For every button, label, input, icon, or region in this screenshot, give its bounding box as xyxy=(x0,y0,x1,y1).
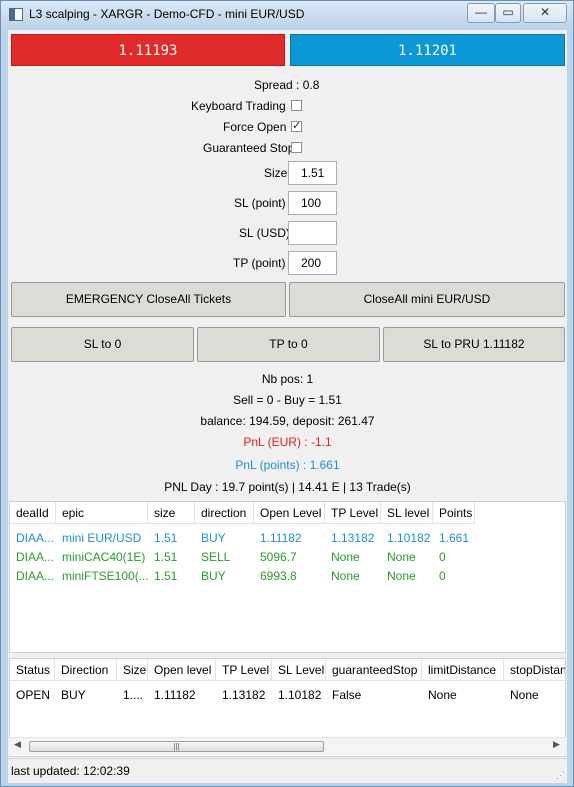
orders-header-open-level[interactable]: Open level xyxy=(148,659,216,681)
cell-direction: BUY xyxy=(61,688,86,702)
pnl-points-text: PnL (points) : 1.661 xyxy=(235,458,340,472)
tp-point-input[interactable]: 200 xyxy=(288,251,337,275)
scroll-left-arrow-icon[interactable]: ◀ xyxy=(14,739,21,750)
orders-header-direction[interactable]: Direction xyxy=(55,659,117,681)
size-label: Size xyxy=(264,166,288,180)
cell-guaranteed-stop: False xyxy=(332,688,362,702)
cell-epic: miniFTSE100(... xyxy=(62,569,148,583)
sl-to-zero-button[interactable]: SL to 0 xyxy=(11,327,194,362)
cell-size: 1.51 xyxy=(154,531,178,545)
cell-points: 1.661 xyxy=(439,531,470,545)
keyboard-trading-label: Keyboard Trading xyxy=(191,99,286,113)
spread-label: Spread : 0.8 xyxy=(254,78,320,92)
cell-tp-level: None xyxy=(331,569,360,583)
cell-direction: BUY xyxy=(201,531,226,545)
app-icon xyxy=(9,8,23,21)
cell-open-level: 5096.7 xyxy=(260,550,297,564)
emergency-close-all-button[interactable]: EMERGENCY CloseAll Tickets xyxy=(11,282,286,317)
app-window: L3 scalping - XARGR - Demo-CFD - mini EU… xyxy=(0,0,574,787)
status-bar: last updated: 12:02:39 ⋰ xyxy=(8,758,567,783)
cell-limit-distance: None xyxy=(428,688,457,702)
orders-header-size[interactable]: Size xyxy=(117,659,148,681)
last-updated-text: last updated: 12:02:39 xyxy=(11,764,130,778)
sl-to-pru-button[interactable]: SL to PRU 1.11182 xyxy=(383,327,565,362)
tp-point-label: TP (point) xyxy=(233,256,286,270)
window-title: L3 scalping - XARGR - Demo-CFD - mini EU… xyxy=(29,7,305,21)
force-open-label: Force Open xyxy=(223,120,287,134)
orders-header-limit-distance[interactable]: limitDistance xyxy=(422,659,504,681)
guaranteed-stop-checkbox[interactable] xyxy=(291,142,302,153)
cell-size: 1.51 xyxy=(154,569,178,583)
sell-price-button[interactable]: 1.11193 xyxy=(11,34,285,66)
sl-usd-input[interactable] xyxy=(288,221,337,245)
sl-point-input[interactable]: 100 xyxy=(288,191,337,215)
positions-header-sl-level[interactable]: SL level xyxy=(381,502,433,524)
positions-header-direction[interactable]: direction xyxy=(195,502,254,524)
positions-header-dealid[interactable]: dealId xyxy=(10,502,56,524)
cell-tp-level: 1.13182 xyxy=(222,688,266,702)
force-open-checkbox[interactable] xyxy=(291,119,302,132)
positions-header-open-level[interactable]: Open Level xyxy=(254,502,325,524)
cell-points: 0 xyxy=(439,550,446,564)
pnl-day-text: PNL Day : 19.7 point(s) | 14.41 E | 13 T… xyxy=(164,480,411,494)
balance-text: balance: 194.59, deposit: 261.47 xyxy=(200,414,375,428)
nb-pos-text: Nb pos: 1 xyxy=(261,372,314,386)
cell-tp-level: None xyxy=(331,550,360,564)
cell-open-level: 6993.8 xyxy=(260,569,297,583)
cell-sl-level: None xyxy=(387,550,416,564)
cell-dealid: DIAA... xyxy=(16,569,55,583)
cell-size: 1.51 xyxy=(154,550,178,564)
cell-epic: mini EUR/USD xyxy=(62,531,142,545)
cell-open-level: 1.11182 xyxy=(260,531,302,545)
scroll-right-arrow-icon[interactable]: ▶ xyxy=(553,739,560,750)
size-input[interactable]: 1.51 xyxy=(288,161,337,185)
tp-to-zero-button[interactable]: TP to 0 xyxy=(197,327,380,362)
positions-header-epic[interactable]: epic xyxy=(56,502,148,524)
cell-status: OPEN xyxy=(16,688,51,702)
orders-header-status[interactable]: Status xyxy=(10,659,55,681)
keyboard-trading-checkbox[interactable] xyxy=(291,100,302,111)
cell-dealid: DIAA... xyxy=(16,550,55,564)
sl-usd-label: SL (USD) xyxy=(239,226,290,240)
cell-stop-distance: None xyxy=(510,688,539,702)
cell-dealid: DIAA... xyxy=(16,531,55,545)
cell-points: 0 xyxy=(439,569,446,583)
positions-header-points[interactable]: Points xyxy=(433,502,475,524)
positions-header-tp-level[interactable]: TP Level xyxy=(325,502,381,524)
title-bar[interactable]: L3 scalping - XARGR - Demo-CFD - mini EU… xyxy=(1,1,573,27)
cell-epic: miniCAC40(1E) xyxy=(62,550,146,564)
cell-tp-level: 1.13182 xyxy=(331,531,375,545)
cell-open-level: 1.11182 xyxy=(154,688,196,702)
pnl-eur-text: PnL (EUR) : -1.1 xyxy=(243,435,332,449)
orders-header-stop-distance[interactable]: stopDistan xyxy=(504,659,565,681)
orders-header-sl-level[interactable]: SL Level xyxy=(272,659,326,681)
orders-header-guaranteed-stop[interactable]: guaranteedStop xyxy=(326,659,422,681)
horizontal-scrollbar[interactable]: ◀ ||| ▶ xyxy=(9,737,566,755)
positions-header-size[interactable]: size xyxy=(148,502,195,524)
cell-sl-level: 1.10182 xyxy=(387,531,431,545)
orders-header-tp-level[interactable]: TP Level xyxy=(216,659,272,681)
maximize-button[interactable]: ▭ xyxy=(495,3,521,23)
close-button[interactable]: ✕ xyxy=(523,3,567,23)
minimize-button[interactable]: — xyxy=(467,3,495,23)
scrollbar-thumb[interactable]: ||| xyxy=(29,741,324,752)
resize-grip-icon[interactable]: ⋰ xyxy=(556,770,565,781)
sell-buy-text: Sell = 0 - Buy = 1.51 xyxy=(233,393,342,407)
cell-sl-level: 1.10182 xyxy=(278,688,322,702)
guaranteed-stop-label: Guaranteed Stop xyxy=(203,141,295,155)
sl-point-label: SL (point) xyxy=(234,196,286,210)
close-all-button[interactable]: CloseAll mini EUR/USD xyxy=(289,282,565,317)
cell-size: 1.... xyxy=(123,688,144,702)
cell-direction: BUY xyxy=(201,569,226,583)
cell-sl-level: None xyxy=(387,569,416,583)
buy-price-button[interactable]: 1.11201 xyxy=(290,34,565,66)
cell-direction: SELL xyxy=(201,550,231,564)
client-area: 1.11193 1.11201 Spread : 0.8 Keyboard Tr… xyxy=(8,30,567,783)
positions-table: dealId epic size direction Open Level TP… xyxy=(9,501,566,653)
